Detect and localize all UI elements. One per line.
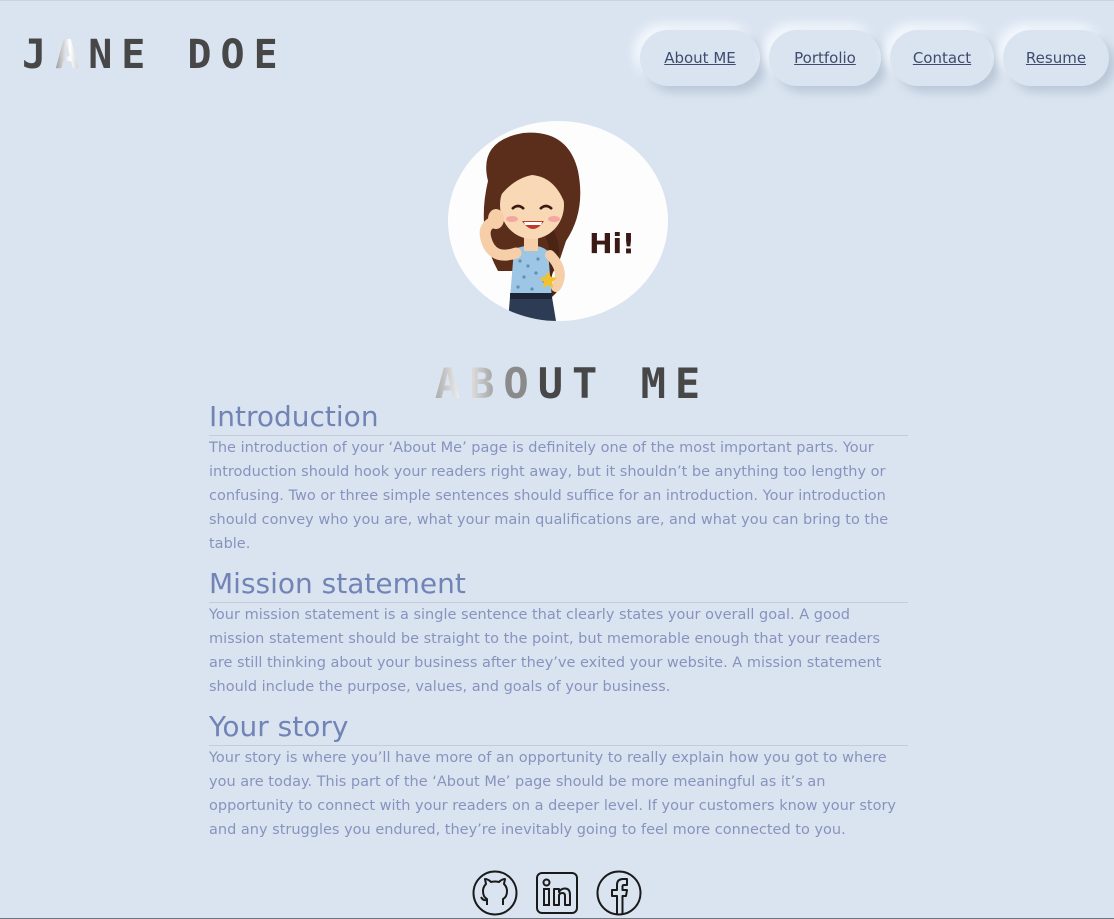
social-links bbox=[0, 869, 1114, 917]
logo-letter-j: J bbox=[22, 32, 56, 78]
section-body: Your mission statement is a single sente… bbox=[209, 607, 882, 695]
facebook-icon[interactable] bbox=[595, 869, 643, 917]
section-heading: Introduction bbox=[209, 399, 908, 436]
section-heading: Your story bbox=[209, 709, 908, 746]
nav-portfolio[interactable]: Portfolio bbox=[769, 30, 881, 86]
profile-avatar: Hi! bbox=[448, 121, 668, 321]
section-your-story: Your story Your story is where you’ll ha… bbox=[209, 709, 908, 842]
section-introduction: Introduction The introduction of your ‘A… bbox=[209, 399, 908, 556]
about-content: Introduction The introduction of your ‘A… bbox=[209, 399, 908, 852]
section-body: Your story is where you’ll have more of … bbox=[209, 750, 896, 838]
main-nav: About ME Portfolio Contact Resume bbox=[640, 30, 1109, 86]
github-icon[interactable] bbox=[471, 869, 519, 917]
section-body: The introduction of your ‘About Me’ page… bbox=[209, 440, 889, 552]
linkedin-icon[interactable] bbox=[533, 869, 581, 917]
logo-rest: NE DOE bbox=[88, 32, 287, 78]
section-mission-statement: Mission statement Your mission statement… bbox=[209, 566, 908, 699]
site-logo[interactable]: JANE DOE bbox=[22, 31, 287, 79]
nav-resume[interactable]: Resume bbox=[1003, 30, 1109, 86]
logo-letter-a: A bbox=[55, 32, 89, 78]
cartoon-girl-illustration: Hi! bbox=[479, 132, 635, 321]
greeting-text: Hi! bbox=[589, 227, 635, 260]
nav-about-me[interactable]: About ME bbox=[640, 30, 760, 86]
nav-contact[interactable]: Contact bbox=[890, 30, 994, 86]
section-heading: Mission statement bbox=[209, 566, 908, 603]
